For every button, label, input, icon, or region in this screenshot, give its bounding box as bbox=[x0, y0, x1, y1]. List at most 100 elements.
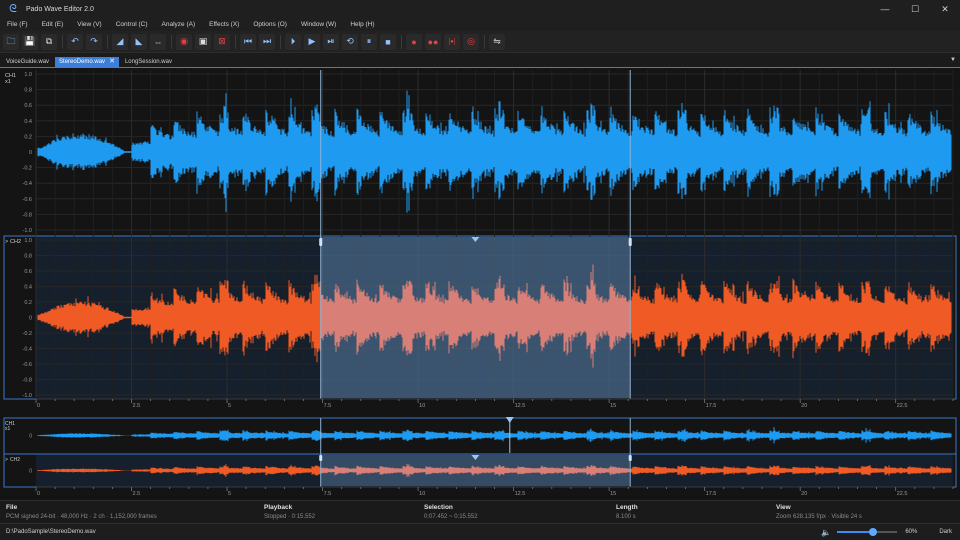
save-all-button[interactable]: ⧉ bbox=[41, 33, 57, 50]
marker-set-button[interactable]: ◉ bbox=[176, 33, 192, 50]
toolbar: 🗀 💾 ⧉ ↶ ↷ ◢ ◣ ⇔ ◉ ▣ ⊠ ⏮ ⏭ ⏵ ▶ ⏯ ⟲ ⏸ ■ ● ●● [●] ◎ ⇋ bbox=[0, 31, 960, 53]
record-append-button[interactable]: ●● bbox=[425, 33, 441, 50]
info-view-value: Zoom 628.135 f/px · Visible 24 s bbox=[776, 514, 862, 520]
main-time-tick: 5 bbox=[228, 403, 231, 409]
menu-options[interactable]: Options (O) bbox=[253, 21, 287, 28]
ch1-amplitude-tick: -1.0 bbox=[23, 228, 32, 234]
record-button[interactable]: ● bbox=[406, 33, 422, 50]
save-button[interactable]: 💾 bbox=[22, 33, 38, 50]
menu-analyze[interactable]: Analyze (A) bbox=[162, 21, 196, 28]
overview-ch2-label: CH2 bbox=[10, 457, 20, 463]
volume-slider[interactable] bbox=[837, 527, 898, 537]
record-punch-icon: ◎ bbox=[467, 36, 475, 46]
overview-time-tick: 10 bbox=[419, 491, 425, 497]
main-time-tick: 0 bbox=[37, 403, 40, 409]
info-selection-title: Selection bbox=[424, 504, 453, 511]
ch1-amplitude-tick: -0.8 bbox=[23, 212, 32, 218]
fade-out-icon: ◣ bbox=[135, 36, 143, 46]
toolbar-separator bbox=[107, 34, 108, 49]
overview-time-tick: 5 bbox=[228, 491, 231, 497]
info-view: View Zoom 628.135 f/px · Visible 24 s bbox=[776, 504, 862, 520]
ch1-amplitude-tick: 0.4 bbox=[24, 119, 32, 125]
ch2-amplitude-tick: 0.8 bbox=[24, 254, 32, 260]
fade-in-button[interactable]: ◢ bbox=[112, 33, 128, 50]
close-button[interactable]: ✕ bbox=[930, 0, 960, 18]
overview-selection-handle[interactable] bbox=[628, 455, 632, 461]
ch2-amplitude-tick: 0 bbox=[29, 316, 32, 322]
tab-close-icon[interactable]: ✕ bbox=[109, 57, 115, 67]
theme-toggle[interactable]: Dark bbox=[939, 529, 952, 535]
marker-clear-button[interactable]: ⊠ bbox=[214, 33, 230, 50]
record-selection-button[interactable]: [●] bbox=[444, 33, 460, 50]
tab-list-dropdown-icon[interactable]: ▼ bbox=[950, 57, 956, 63]
record-append-icon: ●● bbox=[427, 36, 439, 47]
minimize-button[interactable]: — bbox=[870, 0, 900, 18]
slider-handle[interactable] bbox=[869, 528, 878, 536]
window-title: Pado Wave Editor 2.0 bbox=[26, 5, 94, 13]
main-time-tick: 15 bbox=[610, 403, 616, 409]
normalize-button[interactable]: ⇔ bbox=[150, 33, 166, 50]
overview-time-tick: 12.5 bbox=[515, 491, 526, 497]
play-selection-icon: ⏯ bbox=[327, 36, 335, 46]
record-icon: ● bbox=[411, 36, 417, 47]
file-path: D:\PadoSample\StereoDemo.wav bbox=[6, 529, 96, 535]
selection-handle[interactable] bbox=[319, 238, 323, 246]
main-time-tick: 17.5 bbox=[706, 403, 717, 409]
menu-control[interactable]: Control (C) bbox=[116, 21, 148, 28]
fade-out-button[interactable]: ◣ bbox=[131, 33, 147, 50]
open-icon: 🗀 bbox=[6, 35, 16, 46]
overview-time-tick: 17.5 bbox=[706, 491, 717, 497]
overview-selection-handle[interactable] bbox=[319, 455, 323, 461]
pause-button[interactable]: ⏸ bbox=[361, 33, 377, 50]
play-from-start-button[interactable]: ⏵ bbox=[285, 33, 301, 50]
stop-button[interactable]: ■ bbox=[380, 33, 396, 50]
info-playback-value: Stopped · 0:15.552 bbox=[264, 514, 316, 520]
redo-button[interactable]: ↷ bbox=[86, 33, 102, 50]
go-start-button[interactable]: ⏮ bbox=[240, 33, 256, 50]
marker-range-button[interactable]: ▣ bbox=[195, 33, 211, 50]
info-file-title: File bbox=[6, 504, 18, 511]
menu-bar: File (F) Edit (E) View (V) Control (C) A… bbox=[0, 18, 960, 31]
menu-edit[interactable]: Edit (E) bbox=[42, 21, 64, 28]
selection-handle[interactable] bbox=[628, 238, 632, 246]
tab-label: LongSession.wav bbox=[124, 59, 172, 65]
main-time-tick: 7.5 bbox=[324, 403, 332, 409]
tab-stereodemo[interactable]: StereoDemo.wav ✕ bbox=[55, 57, 119, 67]
record-punch-button[interactable]: ◎ bbox=[463, 33, 479, 50]
info-view-title: View bbox=[776, 504, 791, 511]
info-file: File PCM signed 24-bit · 48,000 Hz · 2 c… bbox=[6, 504, 157, 520]
maximize-button[interactable]: ☐ bbox=[900, 0, 930, 18]
overview-time-tick: 20 bbox=[801, 491, 807, 497]
overview-ch1-scale: x1 bbox=[5, 426, 11, 432]
menu-effects[interactable]: Effects (X) bbox=[209, 21, 239, 28]
go-end-button[interactable]: ⏭ bbox=[259, 33, 275, 50]
ch2-amplitude-tick: 0.4 bbox=[24, 285, 32, 291]
waveform-view[interactable]: 1.0 0.8 0.6 0.4 0.2 0 -0.2 -0.4 -0.6 -0.8 -1.0 1.0 0… bbox=[0, 68, 960, 500]
info-length: Length 8.100 s bbox=[616, 504, 638, 520]
play-selection-button[interactable]: ⏯ bbox=[323, 33, 339, 50]
ch2-amplitude-tick: -0.6 bbox=[23, 362, 32, 368]
slider-fill bbox=[837, 531, 874, 533]
menu-window[interactable]: Window (W) bbox=[301, 21, 336, 28]
loop-button[interactable]: ⟲ bbox=[342, 33, 358, 50]
waveform-canvas[interactable]: 1.0 0.8 0.6 0.4 0.2 0 -0.2 -0.4 -0.6 -0.8 -1.0 1.0 0… bbox=[0, 68, 960, 500]
menu-view[interactable]: View (V) bbox=[77, 21, 101, 28]
undo-button[interactable]: ↶ bbox=[67, 33, 83, 50]
tab-longsession[interactable]: LongSession.wav bbox=[121, 57, 176, 67]
save-all-icon: ⧉ bbox=[45, 36, 53, 46]
ch1-amplitude-tick: 0.2 bbox=[24, 134, 32, 140]
pause-icon: ⏸ bbox=[366, 36, 372, 46]
ch2-amplitude-tick: -0.8 bbox=[23, 378, 32, 384]
menu-file[interactable]: File (F) bbox=[7, 21, 28, 28]
play-button[interactable]: ▶ bbox=[304, 33, 320, 50]
redo-icon: ↷ bbox=[90, 36, 98, 46]
menu-help[interactable]: Help (H) bbox=[350, 21, 374, 28]
tab-voiceguide[interactable]: VoiceGuide.wav bbox=[2, 57, 53, 67]
monitor-button[interactable]: ⇋ bbox=[489, 33, 505, 50]
speaker-icon[interactable]: 🔈 bbox=[821, 528, 831, 537]
overview-time-tick: 0 bbox=[37, 491, 40, 497]
ch1-amplitude-tick: 0.6 bbox=[24, 103, 32, 109]
open-button[interactable]: 🗀 bbox=[3, 33, 19, 50]
monitor-icon: ⇋ bbox=[493, 36, 501, 46]
ch1-amplitude-tick: 0.8 bbox=[24, 88, 32, 94]
